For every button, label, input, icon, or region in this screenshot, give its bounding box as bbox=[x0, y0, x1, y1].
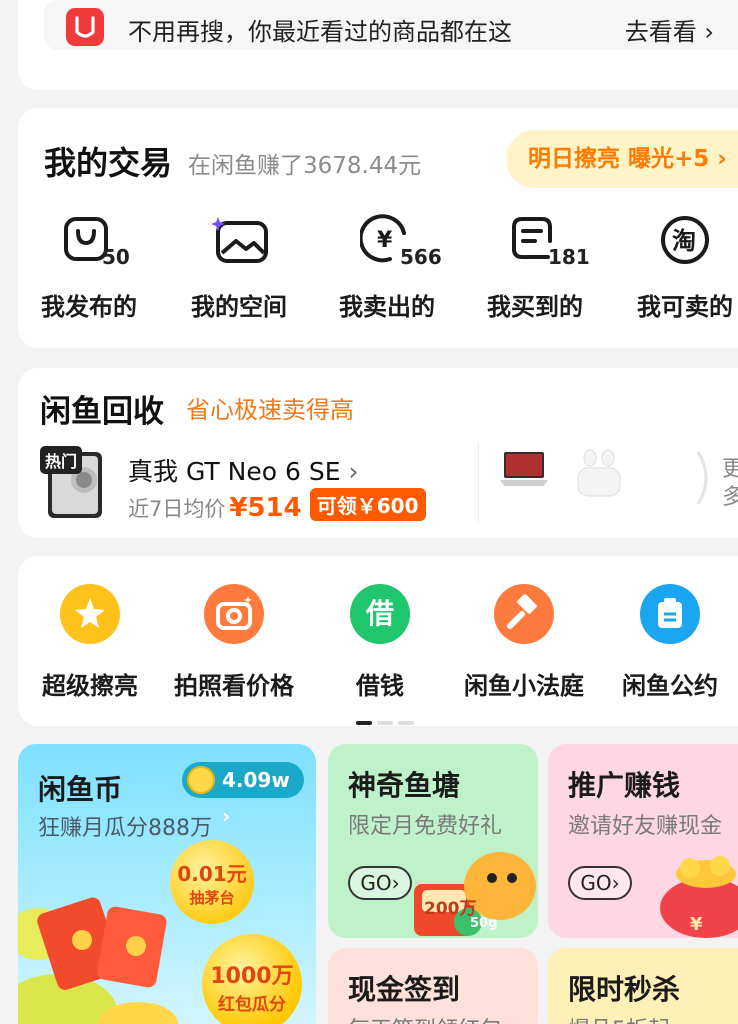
tool-super-polish[interactable]: 超级擦亮 bbox=[20, 584, 160, 701]
tile-subtitle: 爆品5折起 bbox=[568, 1012, 670, 1024]
trade-item-space[interactable]: 我的空间 bbox=[174, 213, 304, 322]
earned-amount: 在闲鱼赚了3678.44元 bbox=[188, 153, 422, 179]
tile-subtitle: 每天签到领红包 bbox=[348, 1012, 502, 1024]
tool-label: 拍照看价格 bbox=[174, 672, 294, 700]
tile-title: 推广赚钱 bbox=[568, 769, 681, 802]
pond-badge-50g: 50g bbox=[470, 916, 498, 931]
promote-earn-tile[interactable]: 推广赚钱 邀请好友赚现金 GO› ¥ bbox=[548, 744, 738, 938]
my-trade-title: 我的交易 bbox=[44, 144, 173, 182]
go-see-link[interactable]: 去看看 › bbox=[625, 12, 714, 47]
recycle-title: 闲鱼回收 bbox=[40, 394, 164, 430]
magic-pond-tile[interactable]: 神奇鱼塘 限定月免费好礼 GO› 200万 50g bbox=[328, 744, 538, 938]
yuan-icon: ¥ 566 bbox=[358, 213, 442, 269]
trade-item-sold[interactable]: ¥ 566 我卖出的 bbox=[322, 213, 452, 322]
cash-checkin-tile[interactable]: 现金签到 每天签到领红包 bbox=[328, 948, 538, 1024]
gold-coin-redpacket: 1000万 红包瓜分 bbox=[202, 934, 302, 1024]
divider bbox=[478, 442, 479, 522]
tool-label: 闲鱼小法庭 bbox=[464, 672, 584, 700]
trade-item-sellable[interactable]: 淘 我可卖的 bbox=[620, 213, 738, 322]
tile-title: 限时秒杀 bbox=[568, 973, 681, 1006]
trade-item-label: 我买到的 bbox=[487, 293, 583, 321]
shopping-bag-app-icon bbox=[66, 8, 104, 46]
recent-viewed-banner[interactable]: 不用再搜，你最近看过的商品都在这 去看看 › bbox=[44, 0, 738, 50]
tools-card: 超级擦亮 拍照看价格 借 借钱 闲鱼小法庭 闲鱼公约 bbox=[18, 556, 738, 726]
hot-tag: 热门 bbox=[40, 446, 83, 474]
tool-court[interactable]: 闲鱼小法庭 bbox=[454, 584, 594, 701]
pact-icon bbox=[640, 584, 700, 644]
tool-label: 借钱 bbox=[356, 672, 404, 700]
chevron-right-icon: › bbox=[348, 457, 359, 486]
tool-label: 闲鱼公约 bbox=[622, 672, 718, 700]
laptop-thumbnail[interactable] bbox=[500, 448, 548, 490]
gold-coin-moutai: 0.01元 抽茅台 bbox=[170, 840, 254, 924]
go-button[interactable]: GO› bbox=[348, 866, 412, 900]
tile-title: 现金签到 bbox=[348, 973, 461, 1006]
recent-viewed-card: 不用再搜，你最近看过的商品都在这 去看看 › bbox=[18, 0, 738, 90]
star-sparkle-icon bbox=[60, 584, 120, 644]
avg-price: ¥514 bbox=[229, 493, 302, 523]
price-row: 近7日均价 ¥514 可领￥600 bbox=[128, 488, 426, 523]
trade-item-label: 我可卖的 bbox=[637, 293, 733, 321]
recycle-subtitle: 省心极速卖得高 bbox=[186, 396, 354, 424]
gavel-icon bbox=[494, 584, 554, 644]
flash-sale-tile[interactable]: 限时秒杀 爆品5折起 bbox=[548, 948, 738, 1024]
recycle-card: 闲鱼回收 省心极速卖得高 热门 真我 GT Neo 6 SE › 近7日均价 ¥5… bbox=[18, 368, 738, 538]
trade-item-label: 我发布的 bbox=[41, 293, 137, 321]
coin-balance-pill[interactable]: 4.09w › bbox=[182, 762, 304, 828]
coin-icon bbox=[187, 766, 215, 794]
yuan-icon: ¥ bbox=[690, 914, 703, 935]
tile-subtitle: 狂赚月瓜分888万 bbox=[38, 816, 212, 841]
borrow-icon: 借 bbox=[350, 584, 410, 644]
tile-title: 闲鱼币 bbox=[38, 773, 123, 806]
published-count: 50 bbox=[102, 245, 130, 269]
pond-badge-200: 200万 bbox=[424, 899, 477, 919]
tool-label: 超级擦亮 bbox=[42, 672, 138, 700]
trade-item-bought[interactable]: 181 我买到的 bbox=[470, 213, 600, 322]
xianyu-coin-tile[interactable]: 闲鱼币 狂赚月瓜分888万 4.09w › 0.01元 抽茅台 1000万 红包瓜分 bbox=[18, 744, 316, 1024]
trade-item-label: 我卖出的 bbox=[339, 293, 435, 321]
svg-text:¥: ¥ bbox=[377, 228, 393, 253]
go-button[interactable]: GO› bbox=[568, 866, 632, 900]
phone-thumbnail[interactable]: 热门 bbox=[40, 446, 106, 518]
tool-photo-price[interactable]: 拍照看价格 bbox=[164, 584, 304, 701]
tile-subtitle: 邀请好友赚现金 bbox=[568, 814, 723, 839]
product-name[interactable]: 真我 GT Neo 6 SE › bbox=[128, 452, 358, 488]
polish-promo-button[interactable]: 明日擦亮 曝光+5 › bbox=[506, 130, 738, 188]
red-envelope-illustration bbox=[18, 897, 178, 1024]
airpods-thumbnail[interactable] bbox=[574, 446, 624, 498]
more-link[interactable]: 更多 bbox=[722, 456, 738, 512]
recent-viewed-text: 不用再搜，你最近看过的商品都在这 bbox=[128, 18, 512, 46]
receipt-icon: 181 bbox=[508, 213, 590, 269]
chevron-right-icon: › bbox=[704, 18, 714, 46]
camera-icon bbox=[204, 584, 264, 644]
sold-count: 566 bbox=[400, 245, 442, 269]
more-arrow-icon bbox=[694, 448, 716, 508]
gallery-icon bbox=[211, 213, 268, 267]
tile-title: 神奇鱼塘 bbox=[348, 769, 461, 802]
my-trade-card: 我的交易 在闲鱼赚了3678.44元 明日擦亮 曝光+5 › 50 我发布的 我… bbox=[18, 108, 738, 348]
page-indicator bbox=[356, 710, 419, 729]
bag-icon: 50 bbox=[62, 213, 130, 269]
tool-pact[interactable]: 闲鱼公约 bbox=[600, 584, 738, 701]
trade-item-published[interactable]: 50 我发布的 bbox=[24, 213, 154, 322]
taobao-icon: 淘 bbox=[658, 213, 712, 267]
tool-borrow[interactable]: 借 借钱 bbox=[310, 584, 450, 701]
svg-text:淘: 淘 bbox=[672, 227, 696, 255]
tile-subtitle: 限定月免费好礼 bbox=[348, 814, 503, 839]
trade-item-label: 我的空间 bbox=[191, 293, 287, 321]
coupon-badge: 可领￥600 bbox=[309, 488, 426, 521]
bought-count: 181 bbox=[548, 245, 590, 269]
